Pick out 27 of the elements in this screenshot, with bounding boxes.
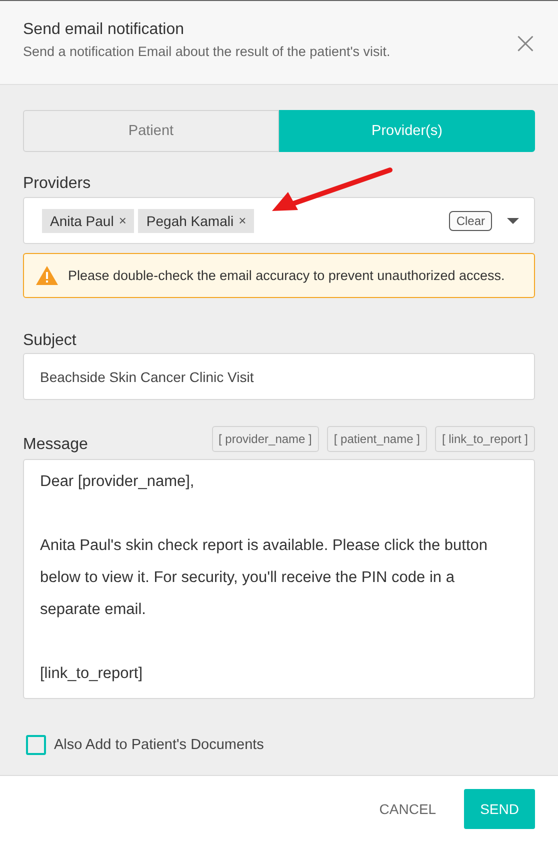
placeholder-chip[interactable]: [ provider_name ] [212, 426, 319, 452]
warning-icon [36, 266, 58, 285]
recipient-tab[interactable]: Patient [23, 110, 279, 152]
warning-text: Please double-check the email accuracy to prevent unauthorized access. [68, 268, 505, 283]
checkbox-label: Also Add to Patient's Documents [54, 737, 264, 753]
cancel-button[interactable]: CANCEL [373, 800, 442, 818]
chip-label: Pegah Kamali [146, 212, 234, 228]
remove-chip-button[interactable]: × [118, 213, 126, 228]
message-field[interactable]: Dear [provider_name], Anita Paul's skin check report is available. Please click the button below to view it. For security, you'll receive the PIN code in a separate email. [link_to_report] [23, 459, 535, 699]
placeholder-chip[interactable]: [ patient_name ] [326, 426, 427, 452]
clear-button[interactable]: Clear [449, 210, 492, 230]
field-label: Subject [23, 332, 78, 350]
dialog-subtitle: Send a notification Email about the result of the patient's visit. [23, 44, 392, 59]
message-paragraph: Dear [provider_name], [40, 472, 196, 492]
dropdown-caret-icon[interactable] [507, 218, 519, 224]
checkbox[interactable] [26, 735, 46, 755]
close-button[interactable]: × [512, 29, 538, 59]
field-label: Message [23, 436, 88, 454]
remove-chip-button[interactable]: × [238, 213, 246, 228]
subject-field[interactable]: Beachside Skin Cancer Clinic Visit [23, 353, 535, 400]
providers-select[interactable]: Anita Paul × Pegah Kamali × Clear [23, 197, 535, 244]
dialog-title: Send email notification [23, 21, 185, 39]
placeholder-chip[interactable]: [ link_to_report ] [434, 426, 535, 452]
field-label: Providers [23, 175, 92, 193]
message-paragraph: [link_to_report] [40, 664, 144, 684]
chip-label: Anita Paul [50, 212, 114, 228]
message-paragraph: Anita Paul's skin check report is available. Please click the button below to view it. For security, you'll receive the PIN code in a separate email. [40, 536, 489, 620]
